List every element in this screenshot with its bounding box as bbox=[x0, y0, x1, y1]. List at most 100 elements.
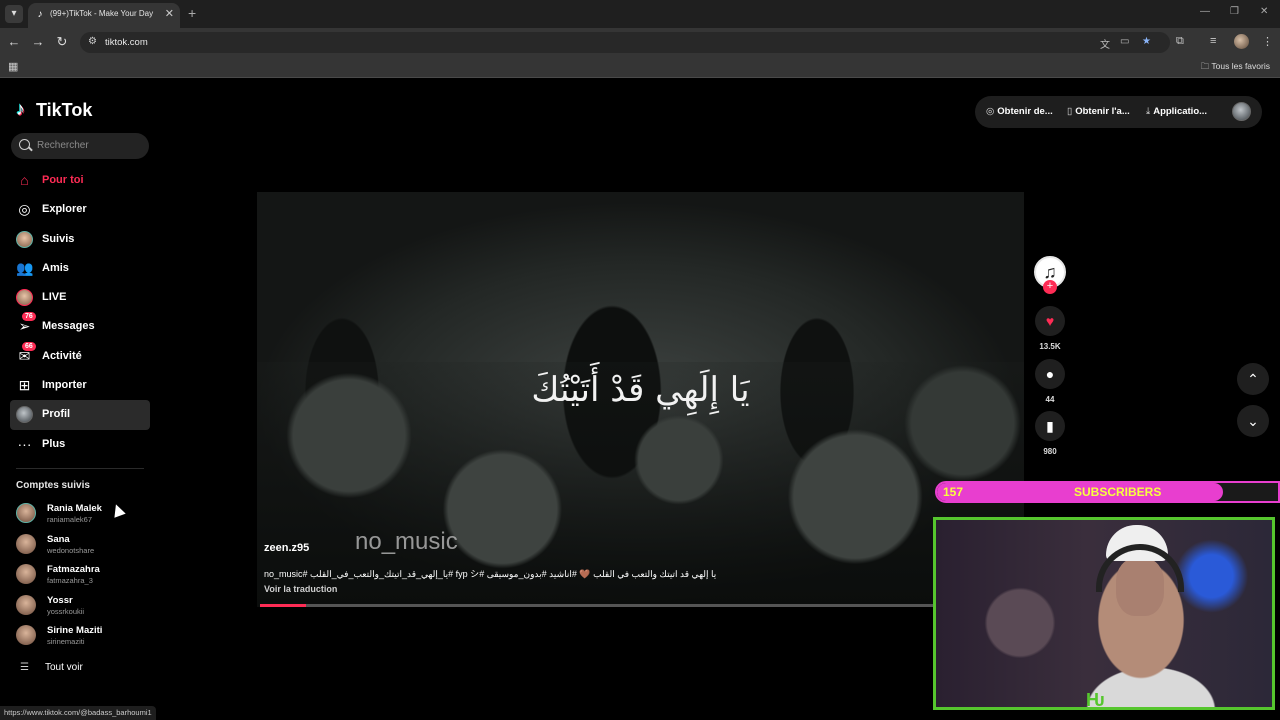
restore-icon[interactable]: ❐ bbox=[1230, 6, 1239, 17]
avatar bbox=[16, 594, 36, 615]
account-name: Sana bbox=[47, 533, 70, 545]
all-bookmarks[interactable]: 🗀 Tous les favoris bbox=[1201, 61, 1270, 75]
upload-icon: ⊞ bbox=[18, 377, 31, 394]
video-progress-bar[interactable] bbox=[260, 604, 1020, 607]
sidebar-nav: ⌂ Pour toi ◎ Explorer Suivis 👥 Amis LIVE… bbox=[10, 166, 150, 459]
video-author[interactable]: zeen.z95 bbox=[264, 542, 309, 554]
search-placeholder: Rechercher bbox=[37, 140, 89, 151]
extensions-icon[interactable]: ⧉ bbox=[1176, 35, 1184, 48]
url-text: tiktok.com bbox=[105, 37, 148, 48]
sidebar-item-amis[interactable]: 👥 Amis bbox=[10, 254, 150, 283]
cast-icon[interactable]: ▭ bbox=[1120, 36, 1129, 47]
download-app-button[interactable]: ⤓ Applicatio... bbox=[1146, 106, 1207, 117]
bookmark-icon[interactable]: ▮ bbox=[1035, 411, 1065, 441]
like-count: 13.5K bbox=[1039, 342, 1061, 351]
comment-count: 44 bbox=[1045, 395, 1055, 404]
sidebar-item-live[interactable]: LIVE bbox=[10, 283, 150, 312]
previous-video-button[interactable]: ⌃ bbox=[1237, 363, 1269, 395]
see-translation-link[interactable]: Voir la traduction bbox=[264, 584, 337, 594]
sidebar-item-activite[interactable]: ✉ 66 Activité bbox=[10, 341, 150, 371]
get-coins-label: Obtenir de... bbox=[997, 106, 1053, 117]
avatar bbox=[16, 564, 36, 584]
phone-icon: ▯ bbox=[1067, 106, 1073, 117]
video-description: يا إلهي قد اتيتك والتعب في القلب 🤎 #اناش… bbox=[264, 569, 717, 579]
window-close-icon[interactable]: ✕ bbox=[1260, 6, 1268, 17]
tab-close-icon[interactable]: ✕ bbox=[165, 7, 174, 20]
account-name: Yossr bbox=[47, 594, 73, 606]
minimize-icon[interactable]: — bbox=[1200, 6, 1210, 17]
like-action[interactable]: ♥ 13.5K bbox=[1034, 306, 1066, 351]
forward-icon[interactable]: → bbox=[30, 34, 46, 49]
avatar bbox=[16, 503, 36, 523]
sidebar-item-label: Pour toi bbox=[42, 174, 84, 186]
list-icon: ☰ bbox=[20, 662, 29, 673]
sidebar-item-explorer[interactable]: ◎ Explorer bbox=[10, 195, 150, 224]
browser-profile-avatar[interactable] bbox=[1234, 34, 1249, 49]
tiktok-page: ♪ TikTok Rechercher ⌂ Pour toi ◎ Explore… bbox=[0, 80, 1280, 720]
sidebar-item-plus[interactable]: ··· Plus bbox=[10, 430, 150, 459]
apps-grid-icon[interactable]: ▦ bbox=[8, 60, 18, 73]
account-username: yossrkoukii bbox=[47, 606, 85, 616]
get-coins-button[interactable]: ◎ Obtenir de... bbox=[986, 106, 1053, 117]
tab-search-button[interactable]: ▾ bbox=[5, 5, 23, 23]
follow-plus-icon[interactable]: + bbox=[1043, 280, 1057, 294]
account-name: Fatmazahra bbox=[47, 564, 100, 575]
bookmark-star-icon[interactable]: ★ bbox=[1142, 36, 1151, 47]
browser-tabbar: ▾ ♪ (99+)TikTok - Make Your Day ✕ + — ❐ … bbox=[0, 0, 1280, 28]
browser-tab[interactable]: ♪ (99+)TikTok - Make Your Day ✕ bbox=[28, 3, 180, 28]
search-input[interactable]: Rechercher bbox=[11, 133, 149, 159]
get-app-label: Obtenir l'a... bbox=[1075, 106, 1130, 117]
following-account[interactable]: Fatmazahra fatmazahra_3 bbox=[12, 561, 152, 592]
subscriber-goal-bar: 157 SUBSCRIBERS bbox=[935, 481, 1280, 503]
sidebar-item-messages[interactable]: ➢ 76 Messages bbox=[10, 312, 150, 341]
sidebar-item-label: Explorer bbox=[42, 203, 87, 216]
following-account[interactable]: Yossr yossrkoukii bbox=[12, 592, 152, 623]
avatar bbox=[16, 625, 36, 645]
following-account[interactable]: Rania Malek raniamalek67 bbox=[12, 500, 152, 531]
messages-badge: 76 bbox=[22, 312, 36, 322]
following-account[interactable]: Sana wedonotshare bbox=[12, 531, 152, 562]
coin-icon: ◎ bbox=[986, 106, 995, 117]
friends-icon: 👥 bbox=[16, 259, 34, 276]
sidebar-item-pour-toi[interactable]: ⌂ Pour toi bbox=[10, 166, 150, 195]
heart-icon[interactable]: ♥ bbox=[1035, 306, 1065, 336]
webcam-overlay: Ƕ bbox=[933, 517, 1275, 710]
account-name: Sirine Maziti bbox=[47, 625, 103, 636]
comment-action[interactable]: ● 44 bbox=[1034, 359, 1066, 404]
new-tab-icon[interactable]: + bbox=[188, 5, 196, 21]
sidebar-item-suivis[interactable]: Suivis bbox=[10, 225, 150, 254]
save-action[interactable]: ▮ 980 bbox=[1034, 411, 1066, 456]
address-bar[interactable]: ⚙ tiktok.com 文 ▭ ★ bbox=[80, 32, 1170, 53]
back-icon[interactable]: ← bbox=[6, 34, 22, 49]
subscriber-count: 157 bbox=[943, 485, 964, 499]
next-video-button[interactable]: ⌄ bbox=[1237, 405, 1269, 437]
following-list: Rania Malek raniamalek67 Sana wedonotsha… bbox=[12, 500, 152, 653]
comment-icon[interactable]: ● bbox=[1035, 359, 1065, 389]
tiktok-favicon-icon: ♪ bbox=[37, 9, 43, 20]
account-username: fatmazahra_3 bbox=[47, 576, 93, 585]
search-icon bbox=[19, 139, 30, 150]
video-player[interactable]: يَا إِلَهِي قَدْ أَتَيْتُكَ no_music zee… bbox=[257, 192, 1024, 607]
sidebar-item-label: Activité bbox=[42, 349, 82, 362]
browser-menu-icon[interactable]: ⋮ bbox=[1262, 35, 1273, 48]
live-avatar bbox=[16, 289, 33, 307]
translate-icon[interactable]: 文 bbox=[1100, 36, 1110, 51]
following-account[interactable]: Sirine Maziti sirinemaziti bbox=[12, 622, 152, 653]
subscriber-label: SUBSCRIBERS bbox=[1074, 485, 1162, 499]
compass-icon: ◎ bbox=[18, 201, 31, 218]
get-app-button[interactable]: ▯ Obtenir l'a... bbox=[1067, 106, 1130, 117]
profile-avatar bbox=[16, 406, 33, 424]
user-avatar[interactable] bbox=[1232, 102, 1251, 121]
see-all-label: Tout voir bbox=[45, 662, 83, 673]
sidebar-item-importer[interactable]: ⊞ Importer bbox=[10, 371, 150, 400]
site-info-icon[interactable]: ⚙ bbox=[88, 36, 97, 47]
media-icon[interactable]: ≡ bbox=[1210, 35, 1216, 47]
more-icon: ··· bbox=[17, 435, 32, 452]
browser-toolbar: ← → ↻ ⚙ tiktok.com 文 ▭ ★ ⧉ ≡ ⋮ bbox=[0, 28, 1280, 56]
sidebar-item-label: LIVE bbox=[42, 291, 67, 304]
reload-icon[interactable]: ↻ bbox=[54, 34, 70, 50]
home-icon: ⌂ bbox=[20, 172, 29, 188]
sidebar-item-profil[interactable]: Profil bbox=[10, 400, 150, 430]
streamer-logo: Ƕ bbox=[1086, 690, 1105, 710]
account-name: Rania Malek bbox=[47, 503, 102, 514]
